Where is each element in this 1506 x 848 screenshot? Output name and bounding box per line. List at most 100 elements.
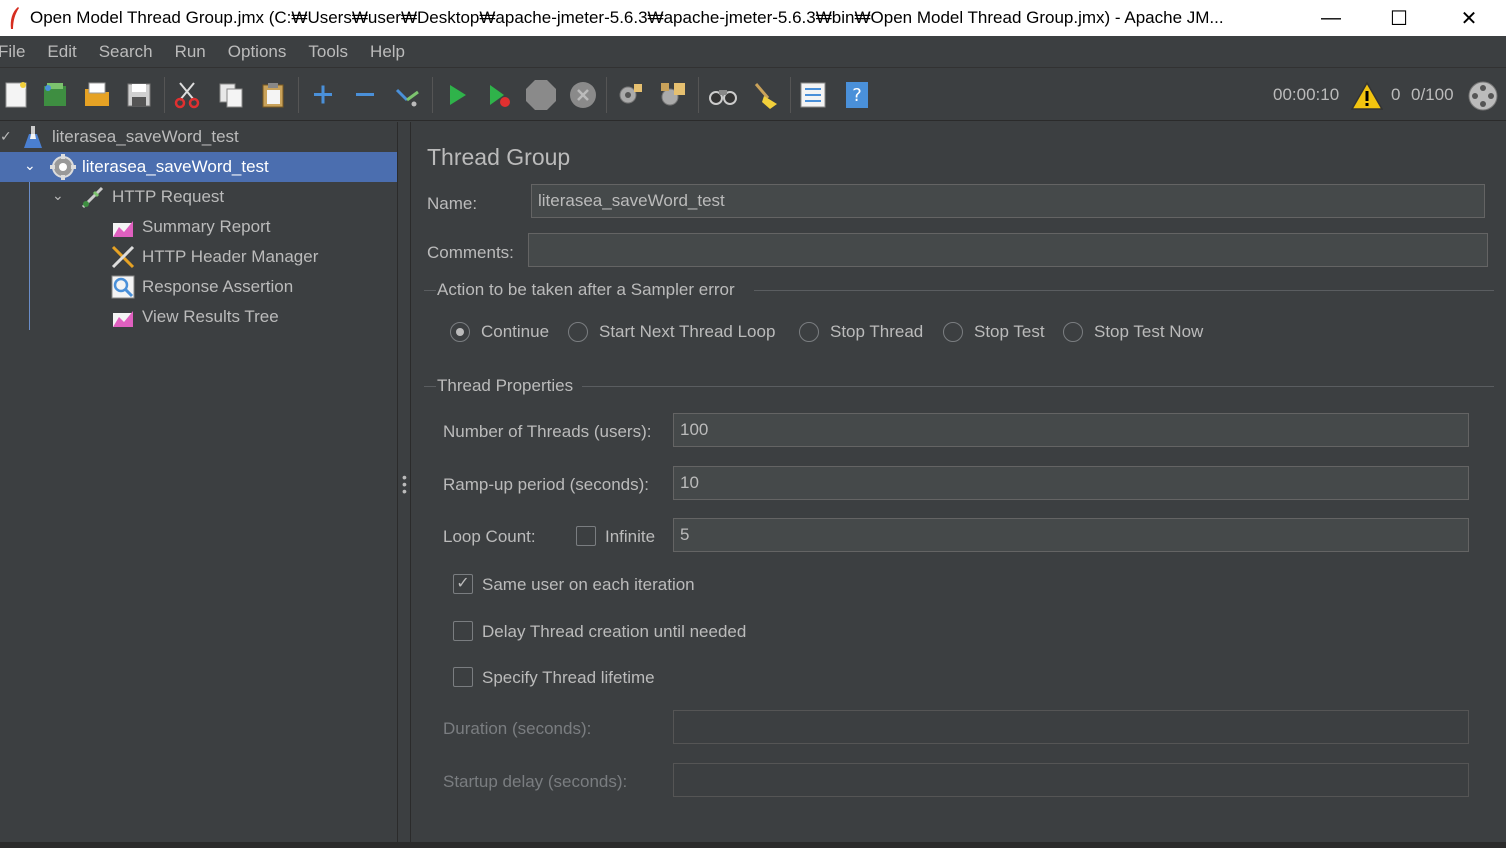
splitter-grip-icon: • • • [402,469,407,499]
remote-engines-icon[interactable] [1466,78,1500,114]
startup-delay-label: Startup delay (seconds): [443,772,628,791]
svg-text:?: ? [852,85,862,106]
stop-icon[interactable] [524,77,558,113]
start-no-pauses-icon[interactable] [482,77,516,113]
name-label: Name: [427,194,478,213]
new-icon[interactable] [0,77,34,113]
stop-thread-label: Stop Thread [830,322,924,341]
start-next-loop-label: Start Next Thread Loop [599,322,776,341]
panel-title: Thread Group [427,144,571,170]
templates-icon[interactable] [38,77,72,113]
chevron-down-icon[interactable]: ⌄ [52,187,64,204]
comments-input[interactable] [528,233,1488,267]
thread-group-panel: Thread Group Name: Comments: Action to b… [412,122,1506,848]
thread-lifetime-label: Specify Thread lifetime [482,668,655,687]
delay-thread-checkbox[interactable] [453,621,473,641]
panel-splitter[interactable]: • • • [397,122,411,848]
tree-item-thread-group[interactable]: ⌄ literasea_saveWord_test [0,152,397,182]
stop-test-now-radio[interactable] [1063,322,1083,342]
menu-search[interactable]: Search [99,42,153,62]
tree-item-label: literasea_saveWord_test [82,157,269,176]
clear-icon[interactable] [614,77,648,113]
jmeter-feather-icon [4,3,24,33]
save-icon[interactable] [122,77,156,113]
toolbar: ? 00:00:10 0 0/100 [0,69,1506,121]
same-user-label: Same user on each iteration [482,575,695,594]
tree-item-label: literasea_saveWord_test [52,127,239,146]
same-user-checkbox[interactable]: ✓ [453,574,473,594]
thread-group-icon [50,154,76,180]
menu-tools[interactable]: Tools [308,42,348,62]
name-input[interactable] [531,184,1485,218]
continue-label: Continue [481,322,550,341]
menu-options[interactable]: Options [228,42,287,62]
stop-test-now-label: Stop Test Now [1094,322,1204,341]
comments-label: Comments: [427,243,514,262]
tree-item-label: HTTP Request [112,187,225,206]
chevron-down-icon[interactable]: ✓ [0,128,12,145]
tree-item-label: Response Assertion [142,277,294,296]
close-button[interactable]: ✕ [1434,0,1504,36]
stop-thread-radio[interactable] [799,322,819,342]
toggle-icon[interactable] [390,77,424,113]
elapsed-timer: 00:00:10 [1273,85,1340,104]
clear-all-icon[interactable] [656,77,690,113]
stop-test-radio[interactable] [943,322,963,342]
copy-icon[interactable] [214,77,248,113]
menu-bar: File Edit Search Run Options Tools Help [0,36,1506,68]
infinite-checkbox[interactable] [576,526,596,546]
minimize-button[interactable]: — [1296,0,1366,36]
threads-input[interactable] [673,413,1469,447]
shutdown-icon[interactable] [566,77,600,113]
collapse-icon[interactable] [348,77,382,113]
tree-item-header-manager[interactable]: HTTP Header Manager [110,242,397,272]
help-icon[interactable]: ? [840,77,874,113]
window-title-bar: Open Model Thread Group.jmx (C:₩Users₩us… [0,0,1506,36]
menu-help[interactable]: Help [370,42,405,62]
tree-item-http-request[interactable]: ⌄ HTTP Request [52,182,397,212]
open-icon[interactable] [80,77,114,113]
menu-file[interactable]: File [0,42,25,62]
active-threads: 0/100 [1411,85,1454,104]
window-title: Open Model Thread Group.jmx (C:₩Users₩us… [30,8,1224,27]
maximize-button[interactable]: ☐ [1364,0,1434,36]
expand-icon[interactable] [306,77,340,113]
continue-radio[interactable] [450,322,470,342]
thread-properties-title: Thread Properties [437,376,574,395]
threads-label: Number of Threads (users): [443,422,652,441]
loop-count-label: Loop Count: [443,527,536,546]
menu-run[interactable]: Run [175,42,206,62]
tree-item-summary-report[interactable]: Summary Report [110,212,397,242]
search-icon[interactable] [706,77,740,113]
tree-item-label: HTTP Header Manager [142,247,319,266]
warning-icon[interactable] [1350,78,1384,114]
rampup-label: Ramp-up period (seconds): [443,475,649,494]
tree-item-view-results-tree[interactable]: View Results Tree [110,302,397,332]
paste-icon[interactable] [256,77,290,113]
loop-count-input[interactable] [673,518,1469,552]
reset-search-icon[interactable] [748,77,782,113]
summary-report-icon [110,214,136,240]
test-plan-icon [20,124,46,150]
test-plan-tree: ✓ literasea_saveWord_test ⌄ literasea_sa… [0,122,397,848]
results-tree-icon [110,304,136,330]
http-request-icon [80,184,106,210]
delay-thread-label: Delay Thread creation until needed [482,622,747,641]
start-icon[interactable] [440,77,474,113]
tree-item-test-plan[interactable]: literasea_saveWord_test [20,122,397,152]
assertion-icon [110,274,136,300]
action-group-title: Action to be taken after a Sampler error [437,280,735,299]
infinite-label: Infinite [605,527,656,546]
tree-item-response-assertion[interactable]: Response Assertion [110,272,397,302]
duration-input[interactable] [673,710,1469,744]
stop-test-label: Stop Test [974,322,1045,341]
tree-item-label: Summary Report [142,217,271,236]
menu-edit[interactable]: Edit [47,42,76,62]
thread-lifetime-checkbox[interactable] [453,667,473,687]
cut-icon[interactable] [170,77,204,113]
start-next-loop-radio[interactable] [568,322,588,342]
startup-delay-input[interactable] [673,763,1469,797]
function-helper-icon[interactable] [796,77,830,113]
rampup-input[interactable] [673,466,1469,500]
chevron-down-icon[interactable]: ⌄ [24,157,36,174]
